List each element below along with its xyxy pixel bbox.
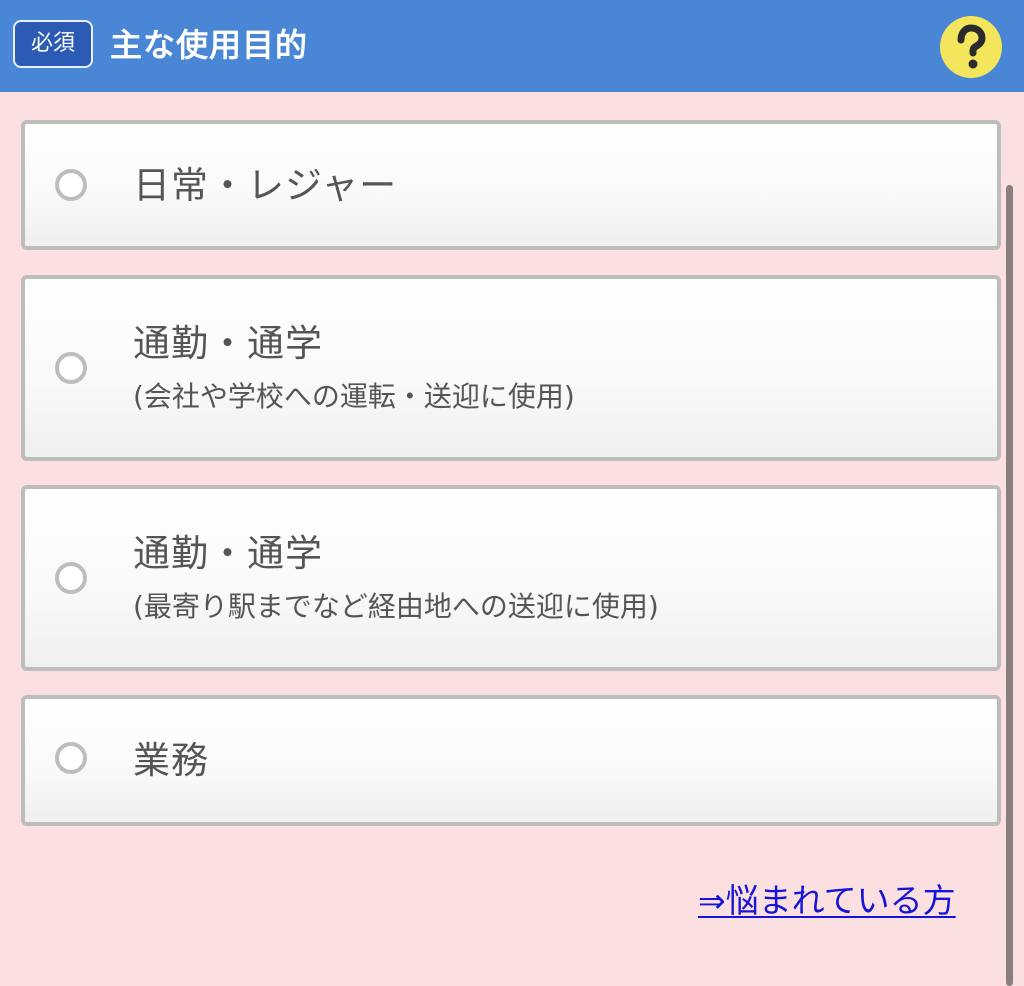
radio-button[interactable] xyxy=(55,562,87,594)
required-badge: 必須 xyxy=(13,20,93,68)
option-label: 通勤・通学 xyxy=(133,532,323,575)
option-business[interactable]: 業務 xyxy=(21,695,1001,826)
radio-button[interactable] xyxy=(55,169,87,201)
option-commute-direct[interactable]: 通勤・通学 (会社や学校への運転・送迎に使用) xyxy=(21,275,1001,461)
question-title: 主な使用目的 xyxy=(110,26,309,64)
scrollbar-thumb[interactable] xyxy=(1006,185,1013,986)
option-sublabel: (会社や学校への運転・送迎に使用) xyxy=(133,380,575,413)
question-header: 必須 主な使用目的 xyxy=(0,0,1024,92)
question-mark-icon xyxy=(957,24,986,69)
option-sublabel: (最寄り駅までなど経由地への送迎に使用) xyxy=(133,590,659,623)
unsure-help-link[interactable]: ⇒悩まれている方 xyxy=(698,880,956,922)
page: 必須 主な使用目的 日常・レジャー 通勤・通学 (会社や学校への運転・送迎に使用… xyxy=(0,0,1024,986)
help-button[interactable] xyxy=(940,16,1002,78)
radio-button[interactable] xyxy=(55,742,87,774)
option-label: 日常・レジャー xyxy=(133,164,398,207)
option-label: 業務 xyxy=(133,739,209,782)
radio-button[interactable] xyxy=(55,352,87,384)
option-commute-transfer[interactable]: 通勤・通学 (最寄り駅までなど経由地への送迎に使用) xyxy=(21,485,1001,671)
scrollbar[interactable] xyxy=(1006,185,1013,986)
option-daily-leisure[interactable]: 日常・レジャー xyxy=(21,120,1001,250)
option-label: 通勤・通学 xyxy=(133,322,323,365)
